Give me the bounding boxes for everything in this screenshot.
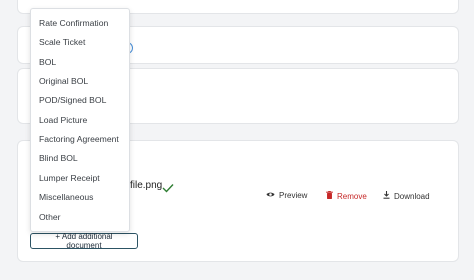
dropdown-item-scale-ticket[interactable]: Scale Ticket [39,37,85,47]
download-icon [383,191,390,201]
dropdown-item-original-bol[interactable]: Original BOL [39,76,88,86]
dropdown-item-load-picture[interactable]: Load Picture [39,115,87,125]
dropdown-item-other[interactable]: Other [39,212,61,222]
remove-button[interactable]: Remove [326,191,367,201]
add-document-button[interactable]: + Add additional document [30,232,138,250]
dropdown-item-blind-bol[interactable]: Blind BOL [39,153,78,163]
dropdown-item-factoring-agreement[interactable]: Factoring Agreement [39,134,119,144]
dropdown-item-pod-signed-bol[interactable]: POD/Signed BOL [39,95,106,105]
check-icon [162,180,174,198]
file-name: file.png [130,180,163,191]
dropdown-item-lumper-receipt[interactable]: Lumper Receipt [39,173,100,183]
dropdown-item-rate-confirmation[interactable]: Rate Confirmation [39,18,108,28]
download-button[interactable]: Download [383,191,430,201]
dropdown-item-bol[interactable]: BOL [39,57,56,67]
document-type-dropdown[interactable]: Rate Confirmation Scale Ticket BOL Origi… [30,8,130,232]
eye-icon [266,191,275,200]
trash-icon [326,191,333,201]
preview-label: Preview [279,191,308,200]
download-label: Download [394,191,430,201]
dropdown-item-miscellaneous[interactable]: Miscellaneous [39,192,93,202]
preview-button[interactable]: Preview [266,191,307,200]
remove-label: Remove [337,191,367,201]
